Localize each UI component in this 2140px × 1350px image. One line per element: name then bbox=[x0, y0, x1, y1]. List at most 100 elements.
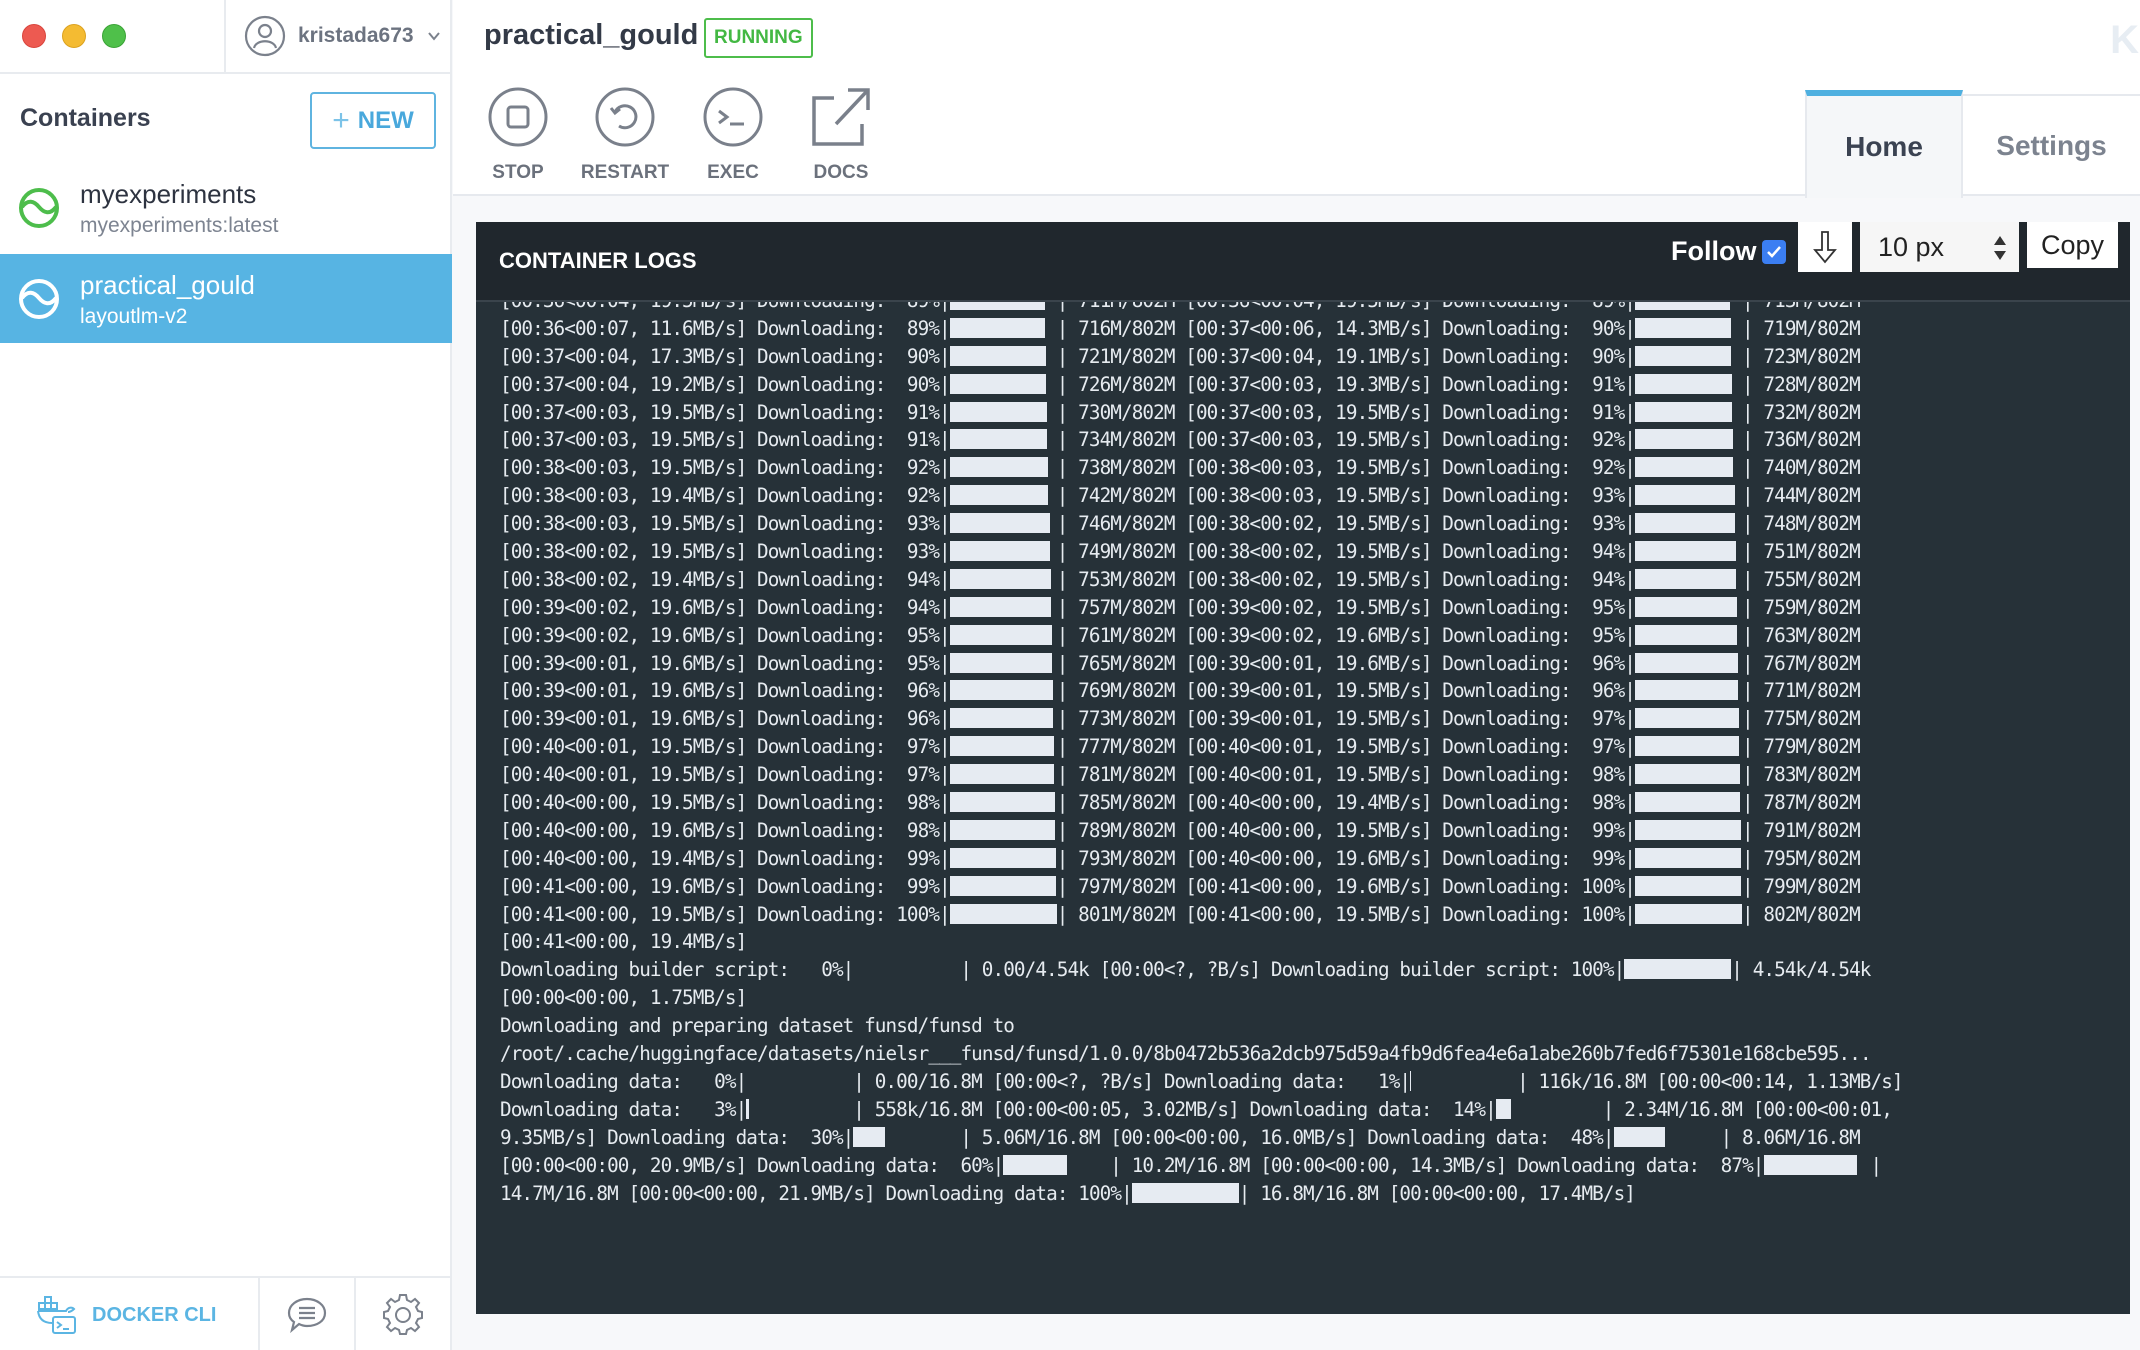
log-text: [00:37<00:04, 17.3MB/s] Downloading: 90%… bbox=[500, 344, 951, 368]
progress-bar-fill bbox=[949, 429, 1047, 450]
log-text: | 773M/802M [00:39<00:01, 19.5MB/s] Down… bbox=[1056, 707, 1636, 731]
container-item-practical-gould[interactable]: practical_gould layoutlm-v2 bbox=[0, 254, 452, 343]
container-name: practical_gould bbox=[80, 270, 255, 300]
log-text: | 116k/16.8M [00:00<00:14, 1.13MB/s] bbox=[1517, 1069, 1903, 1093]
copy-logs-button[interactable]: Copy bbox=[2027, 222, 2118, 268]
follow-toggle[interactable]: Follow bbox=[1671, 236, 1787, 267]
log-text: | 765M/802M [00:39<00:01, 19.6MB/s] Down… bbox=[1056, 651, 1636, 675]
container-title: practical_gould bbox=[484, 19, 699, 51]
window-close-button[interactable] bbox=[22, 24, 46, 48]
progress-bar-track bbox=[1635, 315, 1742, 343]
container-item-myexperiments[interactable]: myexperiments myexperiments:latest bbox=[0, 163, 452, 252]
log-text: | 795M/802M bbox=[1742, 846, 1861, 870]
progress-bar-fill bbox=[949, 847, 1056, 868]
progress-bar-track bbox=[1635, 454, 1742, 482]
progress-bar-fill bbox=[1635, 485, 1735, 506]
log-text: [00:00<00:00, 1.75MB/s] bbox=[500, 986, 747, 1010]
select-arrows-icon bbox=[1994, 236, 2006, 260]
progress-bar-fill bbox=[1635, 302, 1730, 310]
window-minimize-button[interactable] bbox=[62, 24, 86, 48]
log-text: | 711M/802M [00:36<00:04, 19.5MB/s] Down… bbox=[1057, 302, 1636, 312]
progress-bar-track bbox=[1635, 594, 1742, 622]
docker-cli-button[interactable]: DOCKER CLI bbox=[0, 1278, 258, 1350]
progress-bar-track bbox=[1635, 566, 1742, 594]
progress-bar-track bbox=[1635, 789, 1742, 817]
log-text: | 799M/802M bbox=[1742, 874, 1861, 898]
follow-checkbox[interactable] bbox=[1762, 239, 1787, 264]
log-text: [00:39<00:02, 19.6MB/s] Downloading: 95%… bbox=[500, 623, 951, 647]
feedback-button[interactable] bbox=[260, 1278, 354, 1350]
user-menu[interactable]: kristada673 bbox=[244, 15, 442, 57]
progress-bar-fill bbox=[949, 708, 1053, 729]
log-text: [00:37<00:03, 19.5MB/s] Downloading: 91%… bbox=[500, 428, 951, 452]
exec-button[interactable]: EXEC bbox=[688, 86, 778, 184]
log-line: Downloading builder script: 0%| | 0.00/4.… bbox=[500, 956, 1903, 984]
log-text: | 713M/802M bbox=[1742, 302, 1861, 312]
window-maximize-button[interactable] bbox=[102, 24, 126, 48]
progress-bar-fill bbox=[949, 680, 1053, 701]
log-text: | 732M/802M bbox=[1742, 400, 1861, 424]
progress-bar-track bbox=[1003, 1152, 1110, 1180]
progress-bar-track bbox=[1635, 622, 1742, 650]
log-line: [00:40<00:01, 19.5MB/s] Downloading: 97%… bbox=[500, 733, 1903, 761]
progress-bar-fill bbox=[949, 541, 1050, 562]
log-text: | 730M/802M [00:37<00:03, 19.5MB/s] Down… bbox=[1056, 400, 1636, 424]
progress-bar-fill bbox=[1635, 596, 1737, 617]
log-text: | 787M/802M bbox=[1742, 791, 1861, 815]
progress-bar-fill bbox=[1635, 708, 1739, 729]
progress-bar-fill bbox=[1131, 1182, 1239, 1203]
progress-bar-track bbox=[949, 566, 1057, 594]
log-line: [00:37<00:03, 19.5MB/s] Downloading: 91%… bbox=[500, 426, 1903, 454]
tab-home[interactable]: Home bbox=[1805, 90, 1963, 198]
log-text: Downloading builder script: 0%| bbox=[500, 958, 854, 982]
log-text: [00:41<00:00, 19.4MB/s] bbox=[500, 930, 747, 954]
log-text: | 558k/16.8M [00:00<00:05, 3.02MB/s] Dow… bbox=[853, 1097, 1496, 1121]
log-text: Downloading and preparing dataset funsd/… bbox=[500, 1014, 1015, 1038]
docs-label: DOCS bbox=[813, 162, 869, 183]
log-line: [00:37<00:03, 19.5MB/s] Downloading: 91%… bbox=[500, 399, 1903, 427]
log-text: [00:40<00:00, 19.5MB/s] Downloading: 98%… bbox=[500, 791, 951, 815]
progress-bar-track bbox=[949, 371, 1057, 399]
log-line: [00:39<00:01, 19.6MB/s] Downloading: 96%… bbox=[500, 705, 1903, 733]
log-lines: [00:36<00:04, 19.5MB/s] Downloading: 89%… bbox=[500, 302, 1904, 1207]
log-text: | 719M/802M bbox=[1742, 316, 1861, 340]
log-line: [00:40<00:00, 19.5MB/s] Downloading: 98%… bbox=[500, 789, 1903, 817]
new-container-button[interactable]: + NEW bbox=[310, 92, 436, 149]
progress-bar-fill bbox=[1624, 959, 1732, 980]
progress-bar-fill bbox=[1635, 345, 1731, 366]
progress-bar-fill bbox=[1635, 401, 1732, 422]
progress-bar-fill bbox=[1635, 373, 1732, 394]
progress-bar-track bbox=[1495, 1096, 1603, 1124]
progress-bar-fill bbox=[1635, 847, 1741, 868]
progress-bar-fill bbox=[949, 302, 1045, 310]
font-size-select[interactable]: 10 px bbox=[1860, 222, 2019, 272]
log-line: [00:38<00:03, 19.4MB/s] Downloading: 92%… bbox=[500, 482, 1903, 510]
progress-bar-track bbox=[1635, 761, 1742, 789]
preferences-button[interactable] bbox=[356, 1278, 450, 1350]
log-line: [00:00<00:00, 20.9MB/s] Downloading data… bbox=[500, 1152, 1903, 1180]
log-text: | 769M/802M [00:39<00:01, 19.5MB/s] Down… bbox=[1056, 679, 1636, 703]
restart-button[interactable]: RESTART bbox=[580, 86, 670, 184]
log-text: | 749M/802M [00:38<00:02, 19.5MB/s] Down… bbox=[1056, 540, 1636, 564]
progress-bar-fill bbox=[1003, 1154, 1068, 1175]
stop-button[interactable]: STOP bbox=[473, 86, 563, 184]
progress-bar-track bbox=[949, 622, 1057, 650]
arrow-down-icon bbox=[1813, 231, 1837, 264]
container-image: myexperiments:latest bbox=[80, 214, 279, 237]
logs-output[interactable]: [00:36<00:04, 19.5MB/s] Downloading: 89%… bbox=[476, 302, 2130, 1314]
progress-bar-fill bbox=[949, 819, 1055, 840]
log-text: [00:40<00:00, 19.6MB/s] Downloading: 98%… bbox=[500, 818, 951, 842]
progress-bar-fill bbox=[1635, 513, 1735, 534]
progress-bar-track bbox=[949, 817, 1057, 845]
log-line: [00:38<00:02, 19.5MB/s] Downloading: 93%… bbox=[500, 538, 1903, 566]
scroll-to-bottom-button[interactable] bbox=[1798, 222, 1852, 272]
log-text: [00:37<00:04, 19.2MB/s] Downloading: 90%… bbox=[500, 372, 951, 396]
progress-bar-fill bbox=[949, 485, 1048, 506]
progress-bar-fill bbox=[949, 875, 1056, 896]
log-text: | 734M/802M [00:37<00:03, 19.5MB/s] Down… bbox=[1056, 428, 1636, 452]
docs-button[interactable]: DOCS bbox=[796, 86, 886, 184]
log-text: | 785M/802M [00:40<00:00, 19.4MB/s] Down… bbox=[1056, 791, 1636, 815]
progress-bar-track bbox=[1635, 399, 1742, 427]
tab-settings[interactable]: Settings bbox=[1963, 94, 2140, 196]
progress-bar-track bbox=[1635, 371, 1742, 399]
